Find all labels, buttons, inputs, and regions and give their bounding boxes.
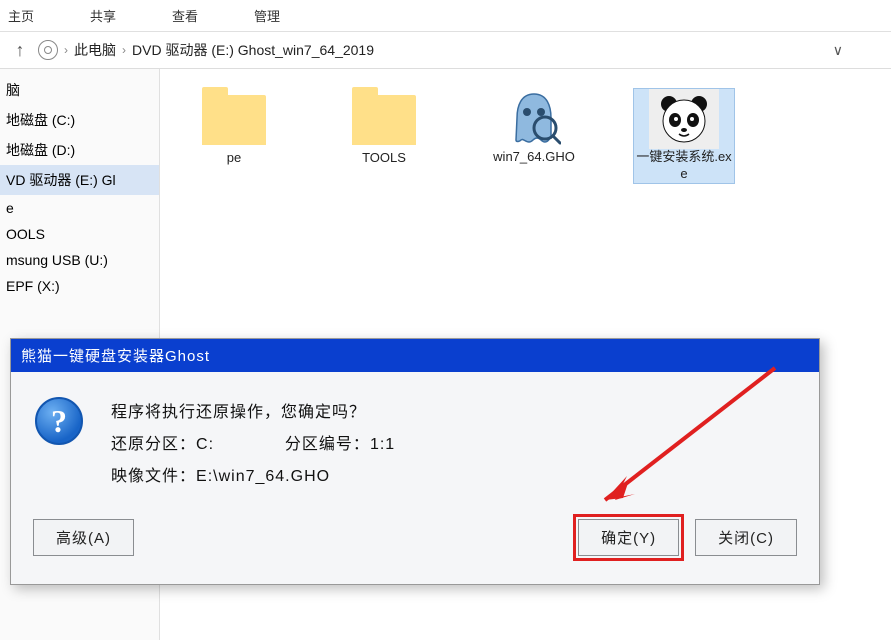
breadcrumb-drive[interactable]: DVD 驱动器 (E:) Ghost_win7_64_2019 <box>132 40 374 60</box>
close-button[interactable]: 关闭(C) <box>695 519 797 556</box>
dialog-message: 程序将执行还原操作，您确定吗？ <box>111 397 395 429</box>
sidebar-item-disk-d[interactable]: 地磁盘 (D:) <box>0 135 159 165</box>
sidebar-item-pe[interactable]: e <box>0 195 159 221</box>
file-label: TOOLS <box>334 150 434 167</box>
image-label: 映像文件： <box>111 468 196 485</box>
dialog-title: 熊猫一键硬盘安装器Ghost <box>11 339 819 372</box>
file-installer-exe[interactable]: 一键安装系统.exe <box>634 89 734 183</box>
partition-value: C: <box>196 436 214 453</box>
advanced-button[interactable]: 高级(A) <box>33 519 134 556</box>
partnum-label: 分区编号： <box>285 436 370 453</box>
question-icon: ? <box>35 397 83 445</box>
sidebar-item-disk-c[interactable]: 地磁盘 (C:) <box>0 105 159 135</box>
chevron-right-icon: › <box>64 43 68 57</box>
file-gho[interactable]: win7_64.GHO <box>484 89 584 166</box>
tab-manage[interactable]: 管理 <box>246 2 288 29</box>
partition-label: 还原分区： <box>111 436 196 453</box>
sidebar-item-tools[interactable]: OOLS <box>0 221 159 247</box>
folder-icon <box>202 95 266 145</box>
panda-icon <box>649 89 719 149</box>
up-arrow-icon[interactable]: ↑ <box>8 38 32 62</box>
image-value: E:\win7_64.GHO <box>196 468 330 485</box>
sidebar-item-pc[interactable]: 脑 <box>0 75 159 105</box>
tab-home[interactable]: 主页 <box>0 2 42 29</box>
partnum-value: 1:1 <box>370 436 395 453</box>
folder-pe[interactable]: pe <box>184 89 284 167</box>
sidebar-item-usb-u[interactable]: msung USB (U:) <box>0 247 159 273</box>
file-label: win7_64.GHO <box>484 149 584 166</box>
folder-icon <box>352 95 416 145</box>
tab-view[interactable]: 查看 <box>164 2 206 29</box>
ghost-icon <box>504 89 564 149</box>
ribbon-tabs: 主页 共享 查看 管理 <box>0 0 891 32</box>
file-label: pe <box>184 150 284 167</box>
chevron-right-icon: › <box>122 43 126 57</box>
ok-button[interactable]: 确定(Y) <box>578 519 679 556</box>
address-bar[interactable]: ↑ › 此电脑 › DVD 驱动器 (E:) Ghost_win7_64_201… <box>0 32 891 69</box>
tab-share[interactable]: 共享 <box>82 2 124 29</box>
ghost-installer-dialog: 熊猫一键硬盘安装器Ghost ? 程序将执行还原操作，您确定吗？ 还原分区：C:… <box>10 338 820 585</box>
disc-icon <box>38 40 58 60</box>
sidebar-item-disk-x[interactable]: EPF (X:) <box>0 273 159 299</box>
dialog-text: 程序将执行还原操作，您确定吗？ 还原分区：C: 分区编号：1:1 映像文件：E:… <box>111 397 395 493</box>
sidebar-item-dvd-e[interactable]: VD 驱动器 (E:) Gl <box>0 165 159 195</box>
breadcrumb-this-pc[interactable]: 此电脑 <box>74 40 116 60</box>
file-label: 一键安装系统.exe <box>634 149 734 183</box>
folder-tools[interactable]: TOOLS <box>334 89 434 167</box>
chevron-down-icon[interactable]: ∨ <box>833 42 883 59</box>
